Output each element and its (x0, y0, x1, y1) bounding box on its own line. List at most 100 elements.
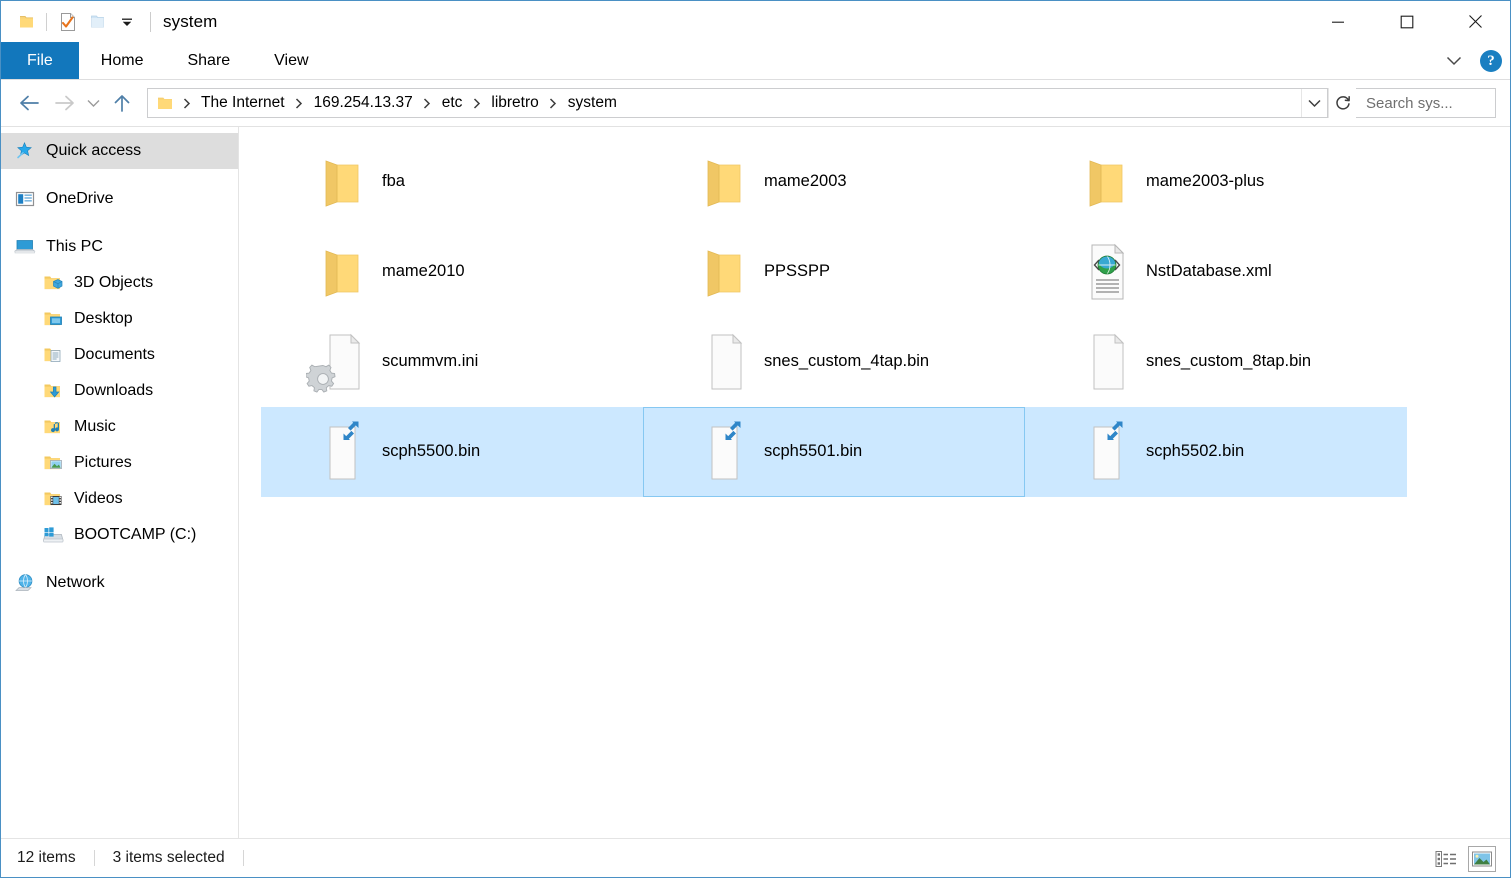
file-name: scph5502.bin (1146, 441, 1245, 460)
folder-icon (318, 240, 366, 304)
breadcrumb[interactable]: The Internet 169.254.13.37 etc libretro … (147, 88, 1328, 118)
title-divider (150, 11, 151, 32)
breadcrumb-chevron-icon (178, 91, 195, 115)
sidebar-item-downloads[interactable]: Downloads (1, 373, 238, 409)
tab-file[interactable]: File (1, 42, 79, 79)
file-item-folder[interactable]: mame2003 (643, 137, 1025, 227)
file-list-pane[interactable]: fba mame2003 mame2003-plus mame2010 PPSS… (239, 127, 1510, 838)
breadcrumb-item-0[interactable]: The Internet (195, 91, 291, 115)
file-name: snes_custom_8tap.bin (1146, 351, 1312, 370)
file-item-folder[interactable]: fba (261, 137, 643, 227)
search-box[interactable] (1356, 88, 1511, 118)
network-icon (13, 572, 37, 594)
large-icons-view-icon[interactable] (1468, 845, 1496, 872)
tab-home[interactable]: Home (79, 42, 166, 79)
folder-documents-icon (41, 344, 65, 366)
blank-document-icon (318, 420, 366, 484)
folder-icon[interactable] (11, 7, 41, 37)
sidebar-item-videos[interactable]: Videos (1, 481, 238, 517)
details-view-icon[interactable] (1432, 846, 1460, 872)
folder-desktop-icon (41, 308, 65, 330)
file-item-blank[interactable]: snes_custom_8tap.bin (1025, 317, 1407, 407)
explorer-window: system File Home Share View ? The Intern… (0, 0, 1511, 878)
breadcrumb-item-3[interactable]: libretro (485, 91, 544, 115)
sidebar-item-label: Pictures (74, 454, 132, 471)
address-bar: The Internet 169.254.13.37 etc libretro … (1, 80, 1511, 126)
file-item-folder[interactable]: PPSSPP (643, 227, 1025, 317)
sidebar-item-label: 3D Objects (74, 274, 154, 291)
back-button[interactable] (13, 86, 47, 120)
tab-share[interactable]: Share (165, 42, 252, 79)
breadcrumb-item-2[interactable]: etc (436, 91, 469, 115)
sidebar-item-bootcamp-c[interactable]: BOOTCAMP (C:) (1, 517, 238, 553)
sidebar-item-network[interactable]: Network (1, 565, 238, 601)
breadcrumb-chevron-icon[interactable] (419, 91, 436, 115)
sidebar-item-label: Videos (74, 490, 123, 507)
folder-downloads-icon (41, 380, 65, 402)
sidebar-item-quick-access[interactable]: Quick access (1, 133, 238, 169)
xml-document-icon (1082, 240, 1130, 304)
file-item-blank[interactable]: snes_custom_4tap.bin (643, 317, 1025, 407)
breadcrumb-chevron-icon[interactable] (468, 91, 485, 115)
breadcrumb-folder-icon (156, 95, 174, 112)
new-folder-icon[interactable] (82, 7, 112, 37)
file-item-folder[interactable]: mame2003-plus (1025, 137, 1407, 227)
minimize-button[interactable] (1303, 1, 1372, 42)
sidebar-item-music[interactable]: Music (1, 409, 238, 445)
file-name: mame2010 (382, 261, 465, 280)
settings-document-icon (305, 330, 366, 394)
maximize-button[interactable] (1372, 1, 1441, 42)
up-button[interactable] (105, 86, 139, 120)
file-item-selected[interactable]: scph5500.bin (261, 407, 643, 497)
status-bar: 12 items 3 items selected (1, 838, 1510, 877)
file-item-selected[interactable]: scph5502.bin (1025, 407, 1407, 497)
file-name: mame2003-plus (1146, 171, 1265, 190)
sidebar-item-this-pc[interactable]: This PC (1, 229, 238, 265)
search-input[interactable] (1366, 94, 1511, 112)
folder-icon (700, 150, 748, 214)
file-item-folder[interactable]: mame2010 (261, 227, 643, 317)
chevron-down-icon[interactable] (112, 7, 142, 37)
previous-locations-chevron-down-icon[interactable] (1301, 89, 1327, 117)
breadcrumb-item-1[interactable]: 169.254.13.37 (308, 91, 419, 115)
blank-document-icon (1082, 330, 1130, 394)
recent-locations-chevron-down-icon[interactable] (81, 86, 105, 120)
folder-3d-icon (41, 272, 65, 294)
folder-icon (318, 150, 366, 214)
onedrive-icon (13, 188, 37, 210)
help-icon[interactable]: ? (1480, 50, 1502, 72)
file-item-xml[interactable]: NstDatabase.xml (1025, 227, 1407, 317)
this-pc-icon (13, 236, 37, 258)
sidebar-item-pictures[interactable]: Pictures (1, 445, 238, 481)
folder-icon (1082, 150, 1130, 214)
file-name: PPSSPP (764, 261, 831, 280)
folder-videos-icon (41, 488, 65, 510)
item-count: 12 items (17, 849, 76, 866)
file-name: scph5501.bin (764, 441, 863, 460)
sidebar-item-documents[interactable]: Documents (1, 337, 238, 373)
file-item-ini[interactable]: scummvm.ini (261, 317, 643, 407)
refresh-icon[interactable] (1328, 88, 1356, 118)
forward-button[interactable] (47, 86, 81, 120)
sidebar-item-label: OneDrive (46, 190, 114, 207)
breadcrumb-chevron-icon[interactable] (545, 91, 562, 115)
blank-document-icon (700, 420, 748, 484)
close-button[interactable] (1441, 1, 1510, 42)
gear-icon (305, 362, 340, 396)
file-item-selected-focused[interactable]: scph5501.bin (643, 407, 1025, 497)
sidebar-item-3d-objects[interactable]: 3D Objects (1, 265, 238, 301)
sidebar-item-onedrive[interactable]: OneDrive (1, 181, 238, 217)
breadcrumb-item-4[interactable]: system (562, 91, 623, 115)
tab-view[interactable]: View (252, 42, 330, 79)
breadcrumb-chevron-icon[interactable] (291, 91, 308, 115)
sidebar-item-label: Documents (74, 346, 155, 363)
title-bar: system (1, 1, 1510, 42)
sidebar-item-desktop[interactable]: Desktop (1, 301, 238, 337)
expand-ribbon-chevron-down-icon[interactable] (1438, 52, 1470, 70)
sidebar-item-label: Quick access (46, 142, 142, 159)
folder-music-icon (41, 416, 65, 438)
ribbon-tab-strip: File Home Share View ? (1, 42, 1510, 80)
file-name: NstDatabase.xml (1146, 261, 1272, 280)
properties-icon[interactable] (52, 7, 82, 37)
